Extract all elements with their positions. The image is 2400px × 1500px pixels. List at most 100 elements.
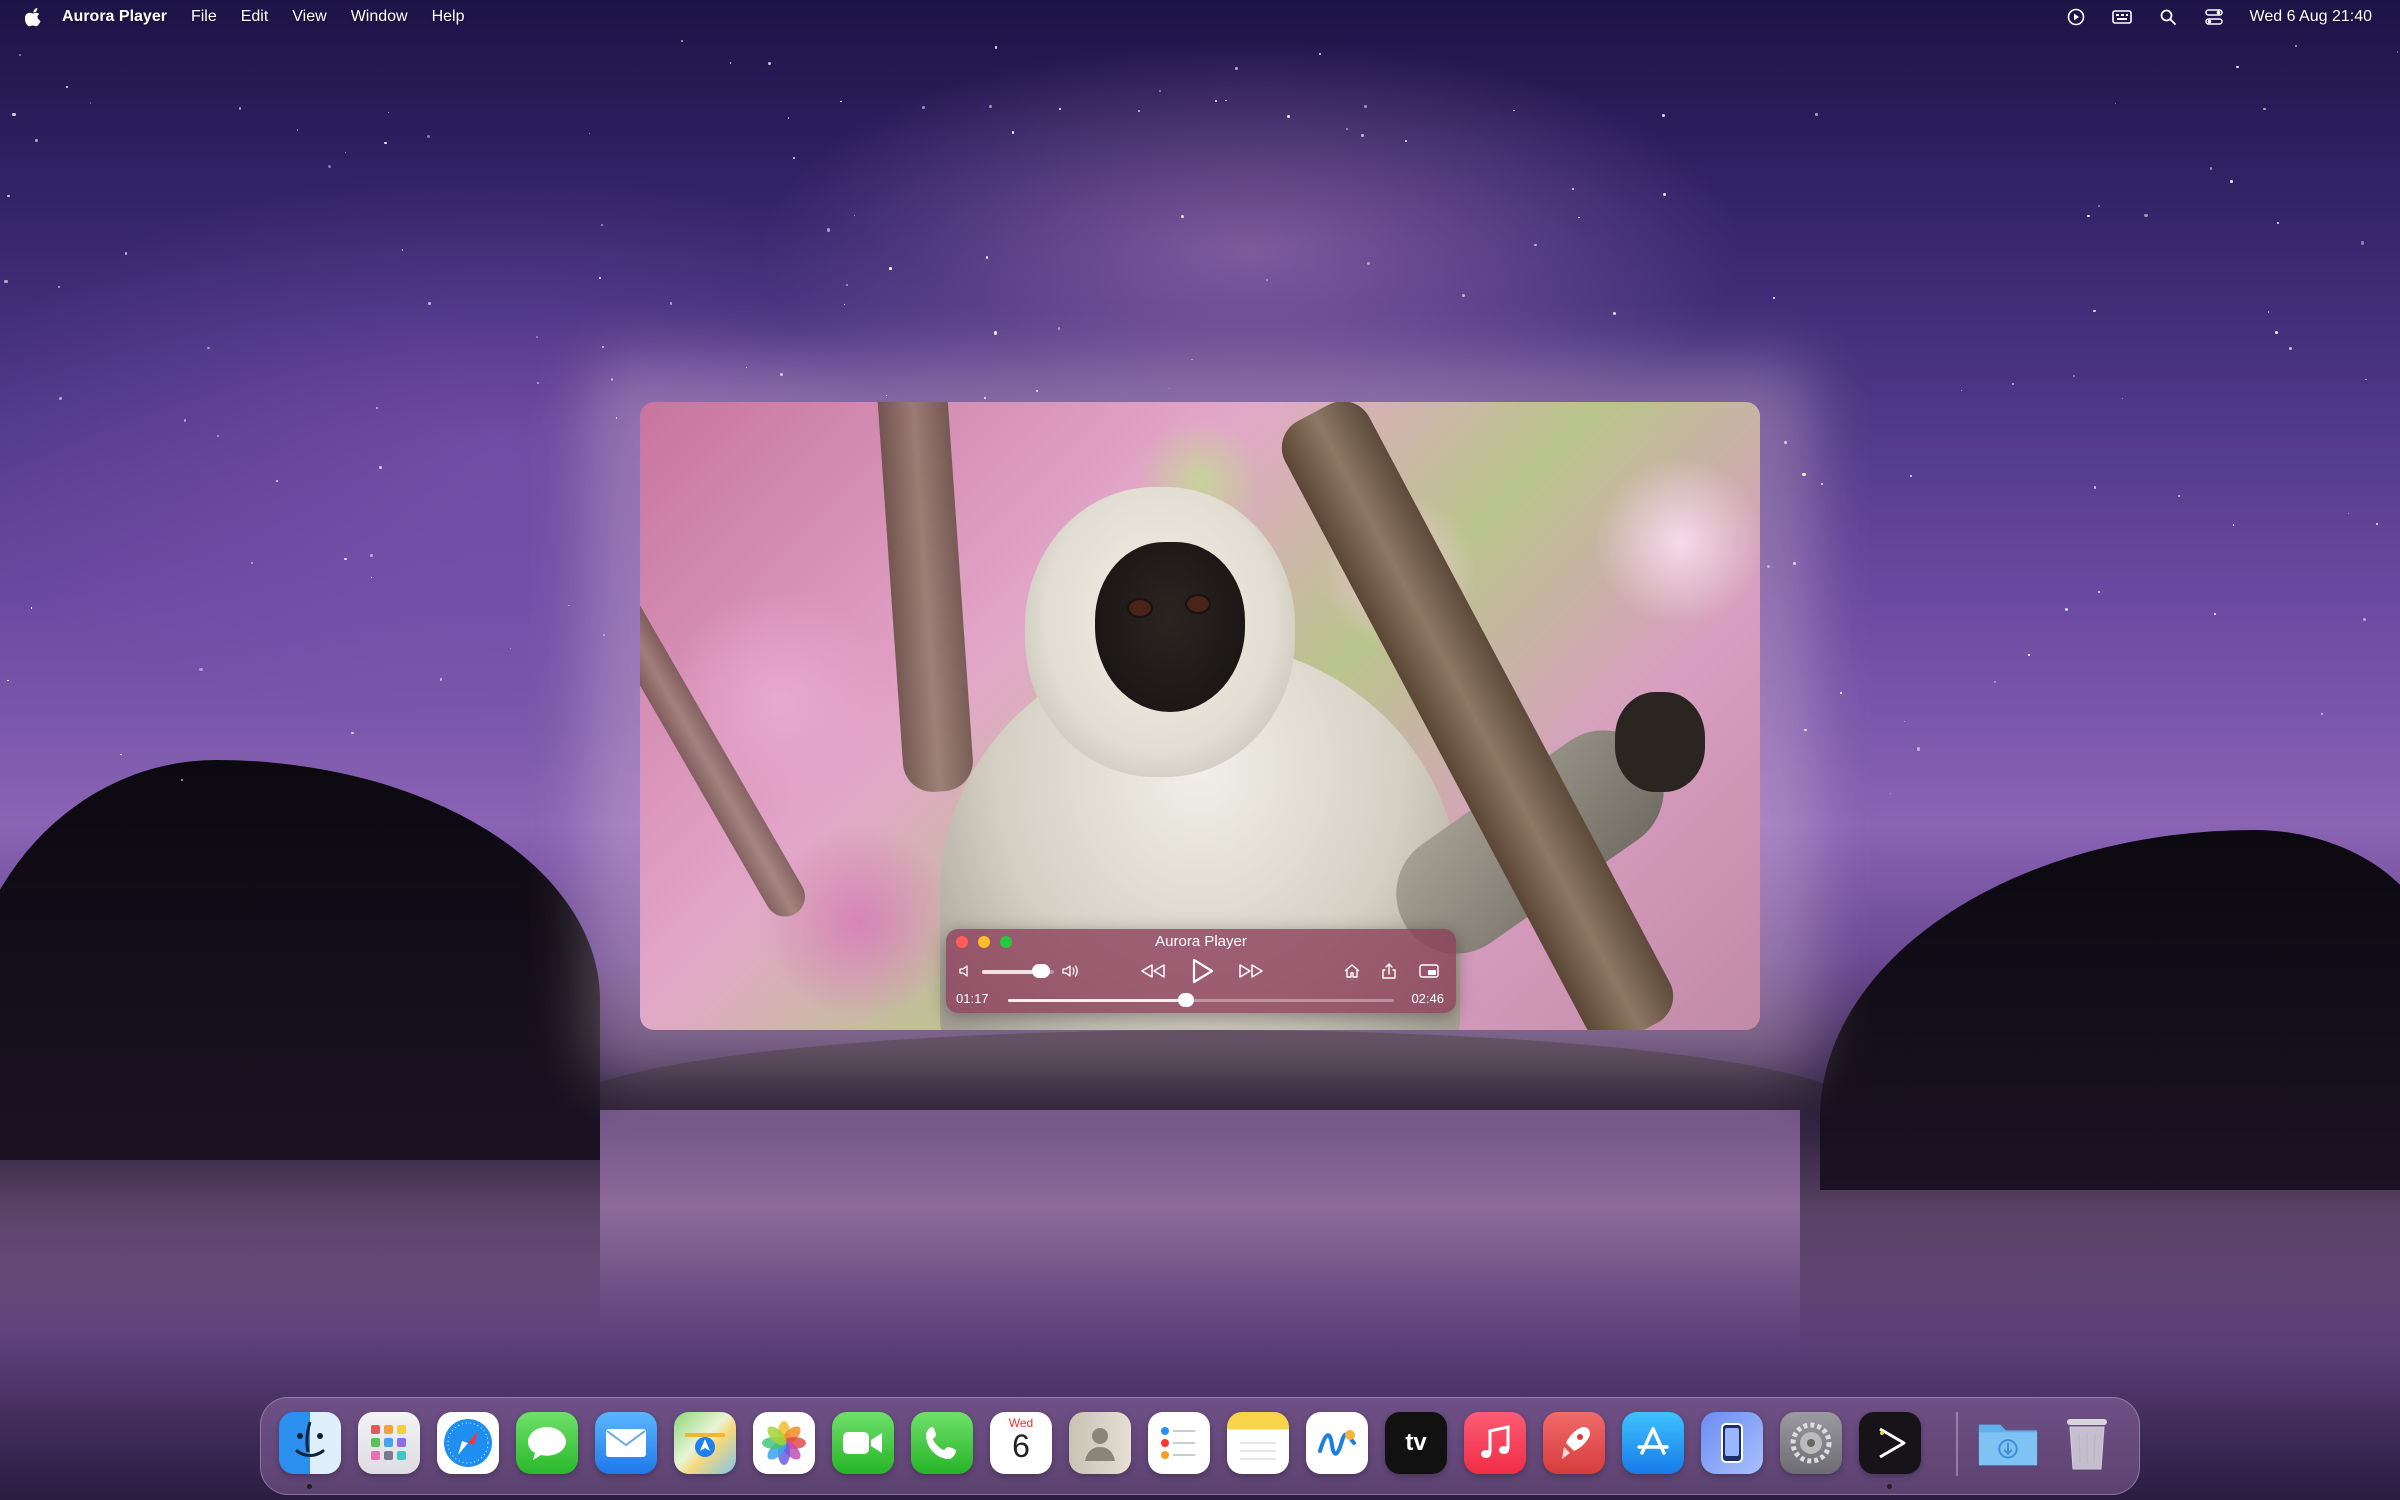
fast-forward-icon[interactable] [1236, 961, 1266, 981]
menubar-clock[interactable]: Wed 6 Aug 21:40 [2250, 8, 2372, 26]
star [207, 346, 210, 350]
star [568, 604, 570, 607]
star [251, 562, 254, 565]
star [989, 105, 993, 109]
menu-view[interactable]: View [292, 8, 326, 26]
star [601, 345, 604, 348]
star [384, 141, 388, 145]
dock-downloads-folder-icon[interactable] [1977, 1412, 2039, 1474]
star [840, 100, 842, 103]
star [2267, 310, 2270, 313]
playback-scrubber-knob[interactable] [1177, 993, 1194, 1007]
star [2097, 204, 2101, 208]
star [826, 228, 830, 232]
dock-finder-icon[interactable] [279, 1412, 341, 1474]
star [2276, 222, 2279, 225]
aurora-player-running-indicator [1887, 1484, 1892, 1489]
dock-freeform-icon[interactable] [1306, 1412, 1368, 1474]
active-app-name[interactable]: Aurora Player [62, 8, 167, 26]
star [7, 679, 9, 682]
star [1814, 112, 1819, 117]
star [588, 132, 590, 134]
dock-trash-icon[interactable] [2056, 1412, 2118, 1474]
star [296, 129, 299, 132]
star [2236, 65, 2239, 69]
star [2375, 522, 2379, 526]
dock-tv-icon[interactable]: tv [1385, 1412, 1447, 1474]
search-icon[interactable] [2158, 7, 2178, 27]
star [1234, 66, 1239, 71]
dock-iphone-mirroring-icon[interactable] [1701, 1412, 1763, 1474]
menu-edit[interactable]: Edit [241, 8, 269, 26]
tv-label: tv [1405, 1429, 1427, 1456]
star [787, 117, 789, 119]
star [387, 112, 389, 114]
star [58, 397, 62, 401]
star [199, 667, 203, 672]
control-center-icon[interactable] [2204, 7, 2224, 27]
apple-menu-icon[interactable] [24, 7, 42, 27]
dock-maps-icon[interactable] [674, 1412, 736, 1474]
monkey-face [1095, 542, 1245, 712]
dock-mail-icon[interactable] [595, 1412, 657, 1474]
dock-system-settings-icon[interactable] [1780, 1412, 1842, 1474]
playback-controls-panel: Aurora Player 01:17 02:46 [946, 929, 1456, 1013]
star [345, 151, 347, 153]
menu-file[interactable]: File [191, 8, 217, 26]
menu-window[interactable]: Window [351, 8, 408, 26]
star [2362, 617, 2366, 621]
dock-messages-icon[interactable] [516, 1412, 578, 1474]
star [1266, 279, 1268, 281]
star [2064, 608, 2069, 612]
play-icon[interactable] [1187, 956, 1217, 986]
volume-high-icon[interactable] [1060, 962, 1082, 980]
star [1137, 110, 1140, 112]
star [1318, 52, 1321, 55]
star [2263, 107, 2266, 111]
star [370, 577, 372, 579]
star [2213, 612, 2216, 615]
star [1960, 389, 1963, 392]
star [1661, 114, 1665, 118]
volume-low-icon[interactable] [956, 963, 974, 979]
star [2092, 309, 2096, 313]
star [120, 753, 122, 756]
home-icon[interactable] [1342, 962, 1362, 980]
monkey-hand [1615, 692, 1705, 792]
star [1839, 692, 1842, 695]
dock-facetime-icon[interactable] [832, 1412, 894, 1474]
star [1057, 327, 1061, 330]
dock-reminders-icon[interactable] [1148, 1412, 1210, 1474]
dock-photos-icon[interactable] [753, 1412, 815, 1474]
star [985, 256, 989, 259]
star [428, 301, 432, 305]
dock-contacts-icon[interactable] [1069, 1412, 1131, 1474]
picture-in-picture-icon[interactable] [1418, 962, 1440, 980]
star [1578, 216, 1580, 219]
star [1534, 243, 1537, 247]
rewind-icon[interactable] [1138, 961, 1168, 981]
dock-calendar-icon[interactable]: Wed 6 [990, 1412, 1052, 1474]
volume-slider-knob[interactable] [1032, 964, 1050, 978]
dock-app-store-icon[interactable] [1622, 1412, 1684, 1474]
star [1345, 127, 1349, 130]
star [30, 607, 32, 609]
star [729, 62, 732, 64]
dock-phone-icon[interactable] [911, 1412, 973, 1474]
dock-launchpad-icon[interactable] [358, 1412, 420, 1474]
dock-rocket-icon[interactable] [1543, 1412, 1605, 1474]
star [2295, 45, 2298, 47]
star [1181, 214, 1184, 218]
play-circle-icon[interactable] [2066, 7, 2086, 27]
share-icon[interactable] [1380, 961, 1398, 981]
elapsed-time: 01:17 [956, 991, 989, 1006]
menu-help[interactable]: Help [432, 8, 465, 26]
star [2209, 167, 2212, 170]
playback-scrubber[interactable] [1008, 999, 1394, 1002]
dock-notes-icon[interactable] [1227, 1412, 1289, 1474]
dock-safari-icon[interactable] [437, 1412, 499, 1474]
keyboard-icon[interactable] [2111, 7, 2132, 27]
dock-music-icon[interactable] [1464, 1412, 1526, 1474]
dock-aurora-player-icon[interactable] [1859, 1412, 1921, 1474]
star [601, 224, 604, 227]
